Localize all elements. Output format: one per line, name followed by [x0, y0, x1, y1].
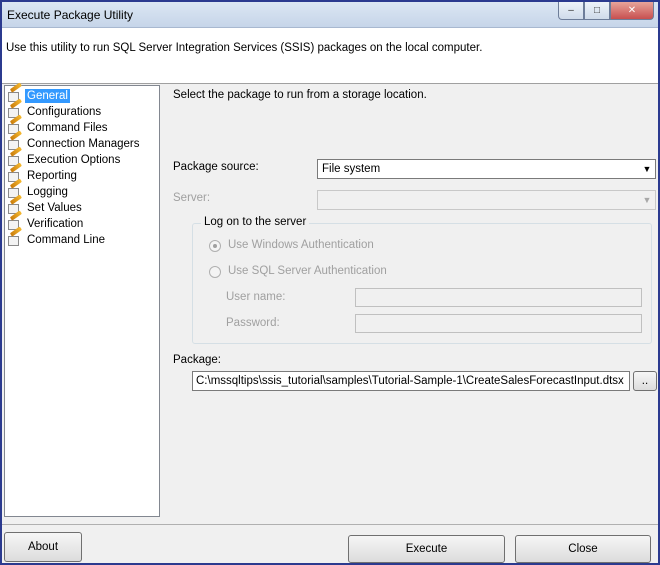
execute-button[interactable]: Execute — [348, 535, 505, 563]
nav-item-label: Connection Managers — [27, 137, 140, 150]
execute-package-utility-window: Execute Package Utility – □ ✕ Use this u… — [0, 0, 660, 565]
minimize-button[interactable]: – — [558, 2, 584, 20]
password-label: Password: — [226, 317, 280, 329]
username-label: User name: — [226, 291, 286, 303]
nav-item-label: Execution Options — [27, 153, 121, 166]
window-controls: – □ ✕ — [558, 2, 654, 20]
chevron-down-icon[interactable]: ▼ — [639, 160, 655, 178]
nav-item-label: Reporting — [27, 169, 77, 182]
nav-item-command-line[interactable]: Command Line — [7, 225, 107, 247]
nav-item-label: Logging — [27, 185, 68, 198]
username-field[interactable] — [355, 288, 642, 307]
package-source-value: File system — [322, 163, 381, 175]
windows-auth-label: Use Windows Authentication — [228, 239, 374, 251]
general-page: Select the package to run from a storage… — [162, 85, 658, 521]
package-source-label: Package source: — [173, 161, 259, 173]
nav-item-label: Verification — [27, 217, 84, 230]
server-dropdown[interactable]: ▼ — [317, 190, 656, 210]
page-navigation-list: General Configurations Command Files Con… — [4, 81, 160, 517]
nav-item-label: Command Line — [27, 233, 105, 246]
logon-group: Log on to the server Use Windows Authent… — [192, 216, 652, 344]
maximize-button[interactable]: □ — [584, 2, 610, 20]
about-button[interactable]: About — [4, 532, 82, 562]
nav-item-label: Set Values — [27, 201, 82, 214]
logon-group-label: Log on to the server — [201, 216, 310, 228]
browse-package-button[interactable]: .. — [633, 371, 657, 391]
package-source-dropdown[interactable]: File system ▼ — [317, 159, 656, 179]
pen-document-icon — [7, 225, 23, 247]
footer-divider — [2, 524, 658, 525]
banner-text: Use this utility to run SQL Server Integ… — [6, 42, 483, 54]
nav-item-label: Configurations — [27, 105, 102, 118]
sql-auth-radio[interactable] — [209, 266, 221, 278]
nav-item-command-files[interactable]: Command Files — [7, 113, 110, 135]
windows-auth-radio[interactable] — [209, 240, 221, 252]
close-window-button[interactable]: ✕ — [610, 2, 654, 20]
instruction-text: Select the package to run from a storage… — [173, 89, 427, 101]
sql-auth-label: Use SQL Server Authentication — [228, 265, 387, 277]
title-bar[interactable]: Execute Package Utility – □ ✕ — [2, 2, 658, 28]
password-field[interactable] — [355, 314, 642, 333]
package-label: Package: — [173, 354, 221, 366]
chevron-down-icon[interactable]: ▼ — [639, 191, 655, 209]
description-banner: Use this utility to run SQL Server Integ… — [2, 28, 658, 84]
window-title: Execute Package Utility — [7, 8, 134, 22]
package-path-value: C:\mssqltips\ssis_tutorial\samples\Tutor… — [196, 375, 624, 387]
close-button[interactable]: Close — [515, 535, 651, 563]
server-label: Server: — [173, 192, 211, 204]
nav-item-label: General — [25, 88, 70, 103]
package-path-field[interactable]: C:\mssqltips\ssis_tutorial\samples\Tutor… — [192, 371, 630, 391]
nav-item-connection-managers[interactable]: Connection Managers — [7, 129, 142, 151]
nav-item-execution-options[interactable]: Execution Options — [7, 145, 122, 167]
nav-item-label: Command Files — [27, 121, 108, 134]
